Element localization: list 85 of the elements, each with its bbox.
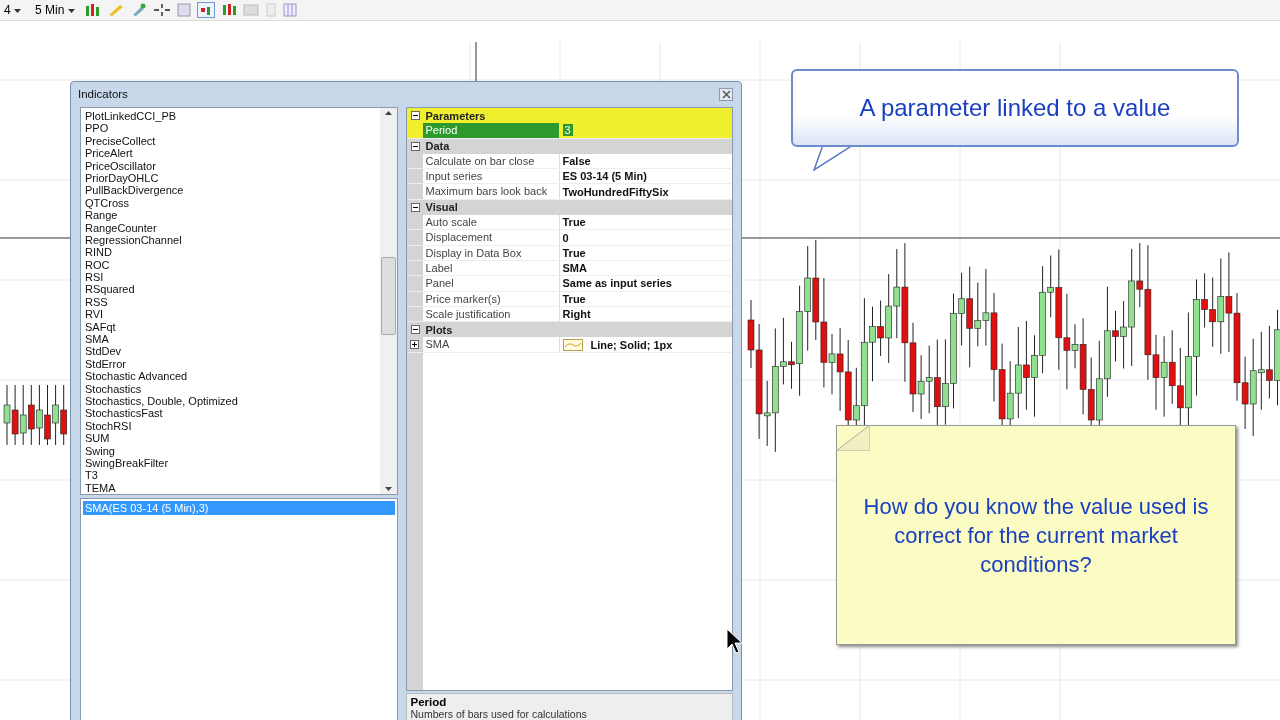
- close-button[interactable]: [719, 87, 733, 101]
- category-header[interactable]: Plots: [425, 323, 453, 336]
- dialog-title: Indicators: [78, 88, 128, 100]
- indicator-item[interactable]: PullBackDivergence: [85, 184, 380, 197]
- scroll-up-icon[interactable]: [384, 108, 392, 117]
- indicator-item[interactable]: SMA: [85, 333, 380, 346]
- indicator-item[interactable]: Stochastics, Double, Optimized: [85, 395, 380, 408]
- indicator-item[interactable]: Stochastic Advanced: [85, 370, 380, 383]
- indicator-item[interactable]: PreciseCollect: [85, 134, 380, 148]
- collapse-icon[interactable]: [410, 111, 420, 121]
- category-header[interactable]: Data: [425, 140, 450, 153]
- property-value[interactable]: SMA: [562, 262, 587, 275]
- indicator-item[interactable]: Swing: [85, 444, 380, 457]
- indicator-item[interactable]: StdError: [85, 357, 380, 371]
- property-value[interactable]: 3: [562, 124, 573, 137]
- caret-icon: [67, 9, 75, 14]
- property-name[interactable]: Scale justification: [422, 306, 560, 322]
- indicator-item[interactable]: SUM: [85, 432, 380, 445]
- category-header[interactable]: Visual: [425, 201, 458, 214]
- description-title: Period: [410, 696, 448, 708]
- property-name[interactable]: SMA: [422, 337, 560, 352]
- property-value[interactable]: TwoHundredFiftySix: [562, 185, 669, 198]
- candlestick-series: [3, 384, 67, 446]
- category-header[interactable]: Parameters: [425, 109, 486, 122]
- chart-icon[interactable]: [196, 2, 215, 18]
- scroll-down-icon[interactable]: [384, 485, 392, 494]
- property-value[interactable]: Right: [562, 308, 591, 320]
- expand-icon[interactable]: [410, 340, 419, 350]
- property-name[interactable]: Display in Data Box: [422, 245, 560, 260]
- indicator-item[interactable]: RangeCounter: [85, 221, 380, 234]
- property-value[interactable]: 0: [562, 231, 569, 244]
- indicator-item[interactable]: PriorDayOHLC: [85, 171, 380, 185]
- caret-icon: [14, 9, 21, 14]
- property-name[interactable]: Price marker(s): [422, 291, 560, 306]
- indicator-item[interactable]: SwingBreakFilter: [85, 456, 380, 470]
- indicator-item[interactable]: RSquared: [85, 283, 380, 296]
- property-value[interactable]: False: [562, 155, 591, 168]
- mouse-cursor-icon: [726, 628, 744, 654]
- indicator-item[interactable]: StdDev: [85, 345, 380, 358]
- property-value[interactable]: Same as input series: [562, 277, 672, 290]
- property-name[interactable]: Auto scale: [422, 215, 560, 230]
- description-text: Numbers of bars used for calculations: [410, 708, 588, 720]
- callout-text: A parameter linked to a value: [859, 94, 1171, 122]
- indicator-item[interactable]: RSI: [85, 271, 380, 284]
- indicator-item[interactable]: RegressionChannel: [85, 233, 380, 247]
- property-name[interactable]: Input series: [422, 169, 560, 184]
- indicator-item[interactable]: PriceOscillator: [85, 159, 380, 172]
- indicator-item[interactable]: SAFqt: [85, 320, 380, 334]
- collapse-icon[interactable]: [410, 202, 420, 212]
- property-name[interactable]: Panel: [422, 276, 560, 291]
- line-swatch-icon: [562, 338, 583, 351]
- scrollbar-thumb[interactable]: [380, 257, 396, 335]
- indicator-item[interactable]: RSS: [85, 295, 380, 309]
- crosshair-icon[interactable]: [152, 3, 171, 17]
- indicator-item[interactable]: PriceAlert: [85, 147, 380, 160]
- property-name[interactable]: Label: [422, 260, 560, 276]
- indicator-item[interactable]: TEMA: [85, 481, 380, 494]
- property-name[interactable]: Period: [422, 123, 560, 138]
- timeframe-dropdown[interactable]: 5 Min: [31, 3, 79, 17]
- property-value[interactable]: ES 03-14 (5 Min): [562, 170, 647, 183]
- indicator-item[interactable]: RVI: [85, 308, 380, 321]
- property-name[interactable]: Calculate on bar close: [422, 153, 560, 169]
- indicator-item[interactable]: T3: [85, 469, 380, 482]
- indicator-item[interactable]: Range: [85, 209, 380, 222]
- property-value[interactable]: True: [562, 246, 586, 259]
- bar-chart-icon[interactable]: [84, 3, 101, 17]
- chart-icon[interactable]: [220, 3, 237, 17]
- timeframe-dropdown[interactable]: 4: [0, 3, 25, 17]
- collapse-icon[interactable]: [410, 141, 420, 151]
- indicator-item[interactable]: PlotLinkedCCI_PB: [85, 110, 380, 123]
- indicator-item[interactable]: ROC: [85, 258, 380, 272]
- property-value[interactable]: True: [562, 216, 586, 229]
- property-name[interactable]: Displacement: [422, 230, 560, 245]
- indicator-item[interactable]: StochRSI: [85, 419, 380, 433]
- indicator-item[interactable]: StochasticsFast: [85, 407, 380, 420]
- indicator-item[interactable]: QTCross: [85, 196, 380, 210]
- collapse-icon[interactable]: [410, 325, 420, 335]
- property-value[interactable]: Line; Solid; 1px: [590, 338, 673, 351]
- indicator-item[interactable]: Stochastics: [85, 382, 380, 395]
- indicator-item[interactable]: PPO: [85, 122, 380, 135]
- property-value[interactable]: True: [562, 292, 586, 305]
- note-text: How do you know the value used is correct for the current market conditions?: [862, 492, 1210, 579]
- property-name[interactable]: Maximum bars look back: [422, 184, 560, 199]
- scrollbar[interactable]: [379, 108, 397, 494]
- indicator-item[interactable]: RIND: [85, 246, 380, 259]
